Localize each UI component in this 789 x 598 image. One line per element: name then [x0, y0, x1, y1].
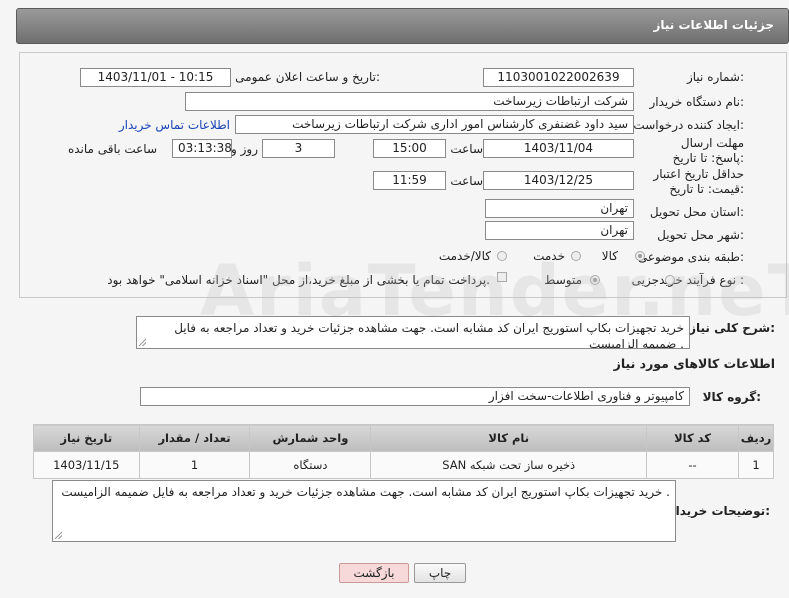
goods-group-field: کامپیوتر و فناوری اطلاعات-سخت افزار: [140, 387, 690, 406]
need-number-field: 1103001022002639: [483, 68, 634, 87]
price-time-label: ساعت: [450, 174, 483, 188]
province-label: استان محل تحویل:: [649, 205, 744, 219]
goods-section-title: اطلاعات کالاهای مورد نیاز: [613, 356, 775, 371]
table-row[interactable]: 1 -- ذخیره ساز تحت شبکه SAN دستگاه 1 140…: [33, 451, 774, 479]
announce-label: تاریخ و ساعت اعلان عمومی:: [235, 70, 380, 84]
category-service-label: خدمت: [533, 249, 565, 263]
category-goods-radio[interactable]: [635, 251, 645, 261]
creator-field: سید داود غضنفری کارشناس امور اداری شرکت …: [235, 115, 634, 134]
category-both-radio[interactable]: [497, 251, 507, 261]
need-number-label: شماره نیاز:: [686, 70, 744, 84]
contact-buyer-link[interactable]: اطلاعات تماس خریدار: [119, 118, 230, 132]
back-button[interactable]: بازگشت: [339, 563, 409, 583]
process-minor-label: جزیی: [631, 273, 659, 287]
category-service-radio[interactable]: [571, 251, 581, 261]
print-button[interactable]: چاپ: [414, 563, 466, 583]
buyer-notes-text: خرید تجهیزات بکاپ استوریج ایران کد مشابه…: [61, 485, 670, 499]
process-medium-radio[interactable]: [590, 275, 600, 285]
goods-group-label: گروه کالا:: [702, 390, 761, 404]
creator-label: ایجاد کننده درخواست:: [633, 118, 744, 132]
col-goods-name: نام کالا: [370, 424, 648, 452]
remaining-time-field: 03:13:38: [172, 139, 232, 158]
col-need-date: تاریخ نیاز: [33, 424, 140, 452]
deadline-time-label: ساعت: [450, 142, 483, 156]
city-field: تهران: [485, 221, 634, 240]
buyer-org-label: نام دستگاه خریدار:: [649, 95, 745, 109]
cell-need-date: 1403/11/15: [33, 451, 140, 479]
announce-field: 1403/11/01 - 10:15: [80, 68, 231, 87]
cell-quantity: 1: [138, 451, 251, 479]
summary-text: خرید تجهیزات بکاپ استوریج ایران کد مشابه…: [174, 321, 684, 349]
buyer-org-field: شرکت ارتباطات زیرساخت: [185, 92, 634, 111]
col-unit: واحد شمارش: [249, 424, 372, 452]
summary-label: شرح کلی نیاز:: [689, 321, 775, 335]
table-header-row: ردیف کد کالا نام کالا واحد شمارش تعداد /…: [33, 424, 774, 452]
remaining-label: ساعت باقی مانده: [67, 142, 157, 156]
days-label: روز و: [231, 142, 258, 156]
price-date-field: 1403/12/25: [483, 171, 634, 190]
cell-goods-code: --: [646, 451, 740, 479]
page-title: جزئیات اطلاعات نیاز: [653, 18, 774, 32]
treasury-payment-note: پرداخت تمام یا بخشی از مبلغ خرید،از محل …: [107, 273, 490, 287]
col-row-number: ردیف: [738, 424, 774, 452]
deadline-time-field: 15:00: [373, 139, 446, 158]
summary-textarea: خرید تجهیزات بکاپ استوریج ایران کد مشابه…: [136, 316, 690, 349]
resize-grip-icon[interactable]: [55, 532, 62, 539]
city-label: شهر محل تحویل:: [657, 228, 744, 242]
deadline-date-field: 1403/11/04: [483, 139, 634, 158]
goods-table: ردیف کد کالا نام کالا واحد شمارش تعداد /…: [33, 424, 774, 479]
category-both-label: کالا/خدمت: [438, 249, 491, 263]
buyer-notes-label: توضیحات خریدار:: [668, 504, 770, 518]
days-field: 3: [262, 139, 335, 158]
process-medium-label: متوسط: [544, 273, 582, 287]
col-goods-code: کد کالا: [646, 424, 740, 452]
cell-row-number: 1: [738, 451, 774, 479]
province-field: تهران: [485, 199, 634, 218]
price-time-field: 11:59: [373, 171, 446, 190]
cell-unit: دستگاه: [249, 451, 372, 479]
resize-grip-icon[interactable]: [139, 339, 146, 346]
buyer-notes-textarea: خرید تجهیزات بکاپ استوریج ایران کد مشابه…: [52, 480, 676, 542]
category-label: طبقه بندی موضوعی:: [637, 250, 744, 264]
price-validity-label: حداقل تاریخ اعتبار قیمت: تا تاریخ:: [653, 167, 744, 196]
cell-goods-name: ذخیره ساز تحت شبکه SAN: [370, 451, 648, 479]
category-goods-label: کالا: [601, 249, 618, 263]
page-header: جزئیات اطلاعات نیاز: [16, 8, 789, 44]
treasury-payment-checkbox[interactable]: [497, 272, 507, 282]
deadline-label: مهلت ارسال پاسخ: تا تاریخ:: [672, 136, 744, 165]
col-quantity: تعداد / مقدار: [138, 424, 251, 452]
process-minor-radio[interactable]: [665, 275, 675, 285]
